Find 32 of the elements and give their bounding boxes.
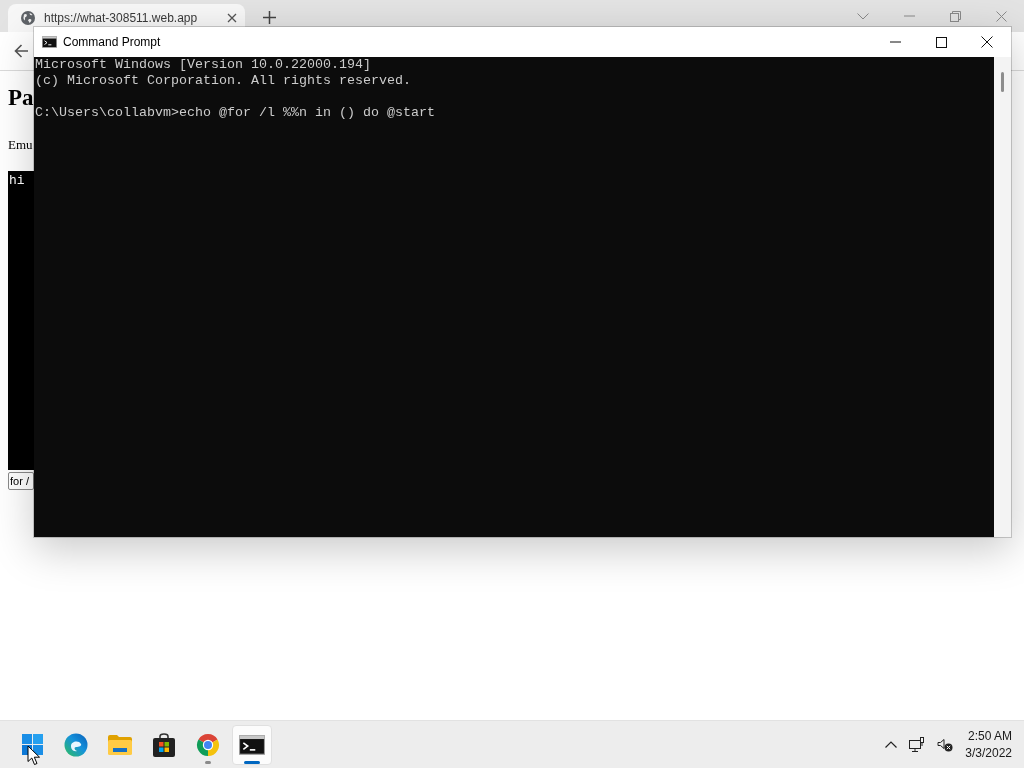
- console-line: (c) Microsoft Corporation. All rights reserved.: [35, 73, 411, 89]
- page-heading: Pa: [8, 84, 34, 111]
- plus-icon[interactable]: [263, 11, 276, 24]
- globe-icon: [21, 11, 35, 25]
- window-title: Command Prompt: [63, 35, 161, 49]
- close-icon[interactable]: [981, 36, 993, 48]
- page-text: Emu: [8, 137, 33, 153]
- restore-icon[interactable]: [949, 10, 961, 22]
- chevron-down-icon[interactable]: [857, 12, 869, 20]
- close-icon[interactable]: [227, 13, 237, 23]
- console-line: C:\Users\collabvm>echo @for /l %%n in () do @start: [35, 105, 435, 121]
- clock-time: 2:50 AM: [967, 727, 1012, 745]
- arrow-left-icon[interactable]: [14, 44, 29, 58]
- folder-icon: [108, 734, 132, 755]
- text-input[interactable]: for /: [8, 472, 34, 490]
- swirl-icon: [64, 732, 88, 757]
- minimize-icon[interactable]: [889, 41, 901, 43]
- scrollbar-thumb[interactable]: [1001, 72, 1004, 92]
- terminal-icon: [42, 36, 57, 48]
- maximize-icon[interactable]: [935, 36, 947, 48]
- shopping-bag-icon: [153, 732, 175, 757]
- taskbar-button[interactable]: [232, 724, 272, 765]
- text-area[interactable]: hi: [8, 171, 34, 470]
- segmented-circle-icon: [196, 732, 220, 757]
- mouse-pointer-icon: [27, 745, 41, 766]
- network-icon[interactable]: [909, 736, 926, 753]
- terminal-icon: [239, 734, 265, 755]
- speaker-muted-icon[interactable]: [937, 737, 954, 752]
- scrollbar[interactable]: [994, 57, 1011, 537]
- chevron-up-icon[interactable]: [885, 741, 898, 748]
- console-line: Microsoft Windows [Version 10.0.22000.194]: [35, 57, 371, 73]
- clock-date: 3/3/2022: [965, 744, 1012, 762]
